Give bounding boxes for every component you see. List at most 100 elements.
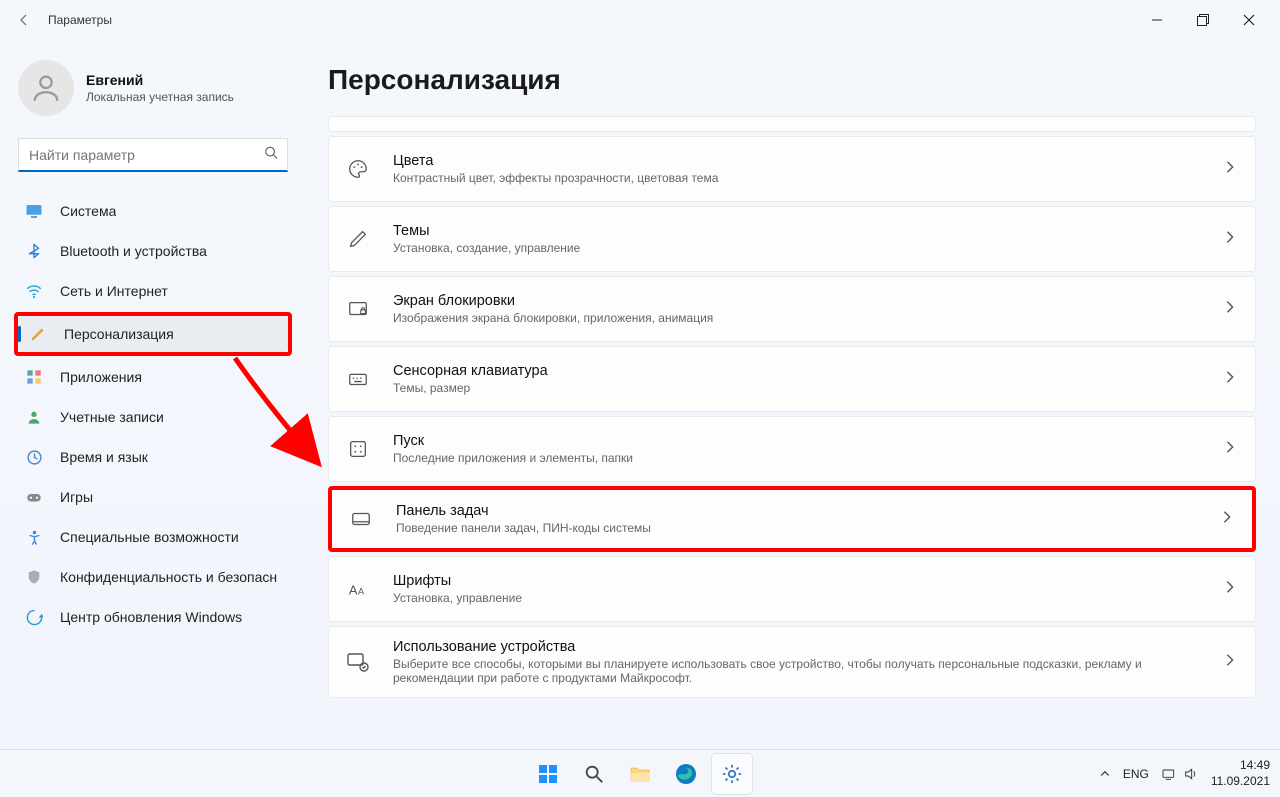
avatar (18, 60, 74, 116)
tray-date: 11.09.2021 (1211, 774, 1270, 790)
sidebar-item-update[interactable]: Центр обновления Windows (14, 598, 292, 636)
card-title: Пуск (393, 433, 1201, 449)
taskbar-center (528, 754, 752, 794)
network-icon (1161, 766, 1177, 782)
card-title: Использование устройства (393, 639, 1201, 655)
sidebar-item-personalization[interactable]: Персонализация (18, 316, 288, 352)
chevron-right-icon (1223, 370, 1237, 389)
card-subtitle: Изображения экрана блокировки, приложени… (393, 311, 1201, 325)
card-title: Шрифты (393, 573, 1201, 589)
card-subtitle: Выберите все способы, которыми вы планир… (393, 657, 1201, 685)
paintbrush-icon (28, 324, 48, 344)
close-button[interactable] (1226, 4, 1272, 36)
gamepad-icon (24, 487, 44, 507)
taskbar-search-button[interactable] (574, 754, 614, 794)
maximize-button[interactable] (1180, 4, 1226, 36)
card-colors[interactable]: Цвета Контрастный цвет, эффекты прозрачн… (328, 136, 1256, 202)
card-subtitle: Темы, размер (393, 381, 1201, 395)
tray-language[interactable]: ENG (1123, 767, 1149, 781)
sidebar-item-label: Конфиденциальность и безопасн (60, 569, 277, 585)
sidebar-item-accessibility[interactable]: Специальные возможности (14, 518, 292, 556)
sidebar-item-label: Время и язык (60, 449, 148, 465)
device-usage-icon (345, 649, 371, 675)
card-touchkeyboard[interactable]: Сенсорная клавиатура Темы, размер (328, 346, 1256, 412)
fonts-icon: AA (345, 576, 371, 602)
page-title: Персонализация (328, 64, 1256, 96)
shield-icon (24, 567, 44, 587)
sidebar-item-label: Игры (60, 489, 93, 505)
card-subtitle: Последние приложения и элементы, папки (393, 451, 1201, 465)
sidebar-item-privacy[interactable]: Конфиденциальность и безопасн (14, 558, 292, 596)
back-button[interactable] (8, 4, 40, 36)
tray-network-sound[interactable] (1161, 766, 1199, 782)
person-icon (24, 407, 44, 427)
taskbar-tray: ENG 14:49 11.09.2021 (1099, 758, 1270, 789)
card-fonts[interactable]: AA Шрифты Установка, управление (328, 556, 1256, 622)
taskbar-icon (348, 506, 374, 532)
sidebar-item-label: Сеть и Интернет (60, 283, 168, 299)
card-title: Цвета (393, 153, 1201, 169)
start-icon (345, 436, 371, 462)
brush-icon (345, 226, 371, 252)
accessibility-icon (24, 527, 44, 547)
sidebar: Евгений Локальная учетная запись Система… (0, 40, 300, 797)
card-title: Экран блокировки (393, 293, 1201, 309)
sidebar-item-time[interactable]: Время и язык (14, 438, 292, 476)
card-deviceusage[interactable]: Использование устройства Выберите все сп… (328, 626, 1256, 698)
tray-chevron[interactable] (1099, 768, 1111, 780)
sidebar-item-apps[interactable]: Приложения (14, 358, 292, 396)
titlebar: Параметры (0, 0, 1280, 40)
window-title: Параметры (48, 13, 112, 27)
sidebar-item-system[interactable]: Система (14, 192, 292, 230)
sidebar-item-label: Специальные возможности (60, 529, 239, 545)
chevron-right-icon (1223, 653, 1237, 672)
card-subtitle: Поведение панели задач, ПИН-коды системы (396, 521, 1198, 535)
card-themes[interactable]: Темы Установка, создание, управление (328, 206, 1256, 272)
svg-text:A: A (349, 583, 358, 598)
card-subtitle: Установка, управление (393, 591, 1201, 605)
card-stub-top[interactable] (328, 116, 1256, 132)
main-content: Персонализация Цвета Контрастный цвет, э… (300, 40, 1280, 797)
card-title: Темы (393, 223, 1201, 239)
taskbar-edge-button[interactable] (666, 754, 706, 794)
chevron-right-icon (1220, 510, 1234, 529)
lockscreen-icon (345, 296, 371, 322)
sidebar-item-gaming[interactable]: Игры (14, 478, 292, 516)
account-name: Евгений (86, 72, 234, 88)
search-box (18, 138, 288, 172)
sidebar-item-accounts[interactable]: Учетные записи (14, 398, 292, 436)
minimize-button[interactable] (1134, 4, 1180, 36)
card-title: Панель задач (396, 503, 1198, 519)
bluetooth-icon (24, 241, 44, 261)
sidebar-item-label: Bluetooth и устройства (60, 243, 207, 259)
card-subtitle: Контрастный цвет, эффекты прозрачности, … (393, 171, 1201, 185)
card-lockscreen[interactable]: Экран блокировки Изображения экрана блок… (328, 276, 1256, 342)
card-start[interactable]: Пуск Последние приложения и элементы, па… (328, 416, 1256, 482)
chevron-right-icon (1223, 300, 1237, 319)
card-taskbar[interactable]: Панель задач Поведение панели задач, ПИН… (328, 486, 1256, 552)
wifi-icon (24, 281, 44, 301)
chevron-right-icon (1223, 230, 1237, 249)
sidebar-item-label: Персонализация (64, 326, 174, 342)
chevron-right-icon (1223, 440, 1237, 459)
svg-text:A: A (358, 587, 365, 597)
sidebar-item-bluetooth[interactable]: Bluetooth и устройства (14, 232, 292, 270)
tray-clock[interactable]: 14:49 11.09.2021 (1211, 758, 1270, 789)
sidebar-item-network[interactable]: Сеть и Интернет (14, 272, 292, 310)
tray-time: 14:49 (1211, 758, 1270, 774)
search-input[interactable] (18, 138, 288, 172)
keyboard-icon (345, 366, 371, 392)
account-block[interactable]: Евгений Локальная учетная запись (14, 52, 292, 134)
taskbar-settings-button[interactable] (712, 754, 752, 794)
display-icon (24, 201, 44, 221)
palette-icon (345, 156, 371, 182)
sidebar-item-label: Система (60, 203, 116, 219)
system-taskbar: ENG 14:49 11.09.2021 (0, 749, 1280, 797)
globe-clock-icon (24, 447, 44, 467)
taskbar-explorer-button[interactable] (620, 754, 660, 794)
account-subtitle: Локальная учетная запись (86, 90, 234, 104)
card-title: Сенсорная клавиатура (393, 363, 1201, 379)
start-button[interactable] (528, 754, 568, 794)
sidebar-item-label: Приложения (60, 369, 142, 385)
sound-icon (1183, 766, 1199, 782)
